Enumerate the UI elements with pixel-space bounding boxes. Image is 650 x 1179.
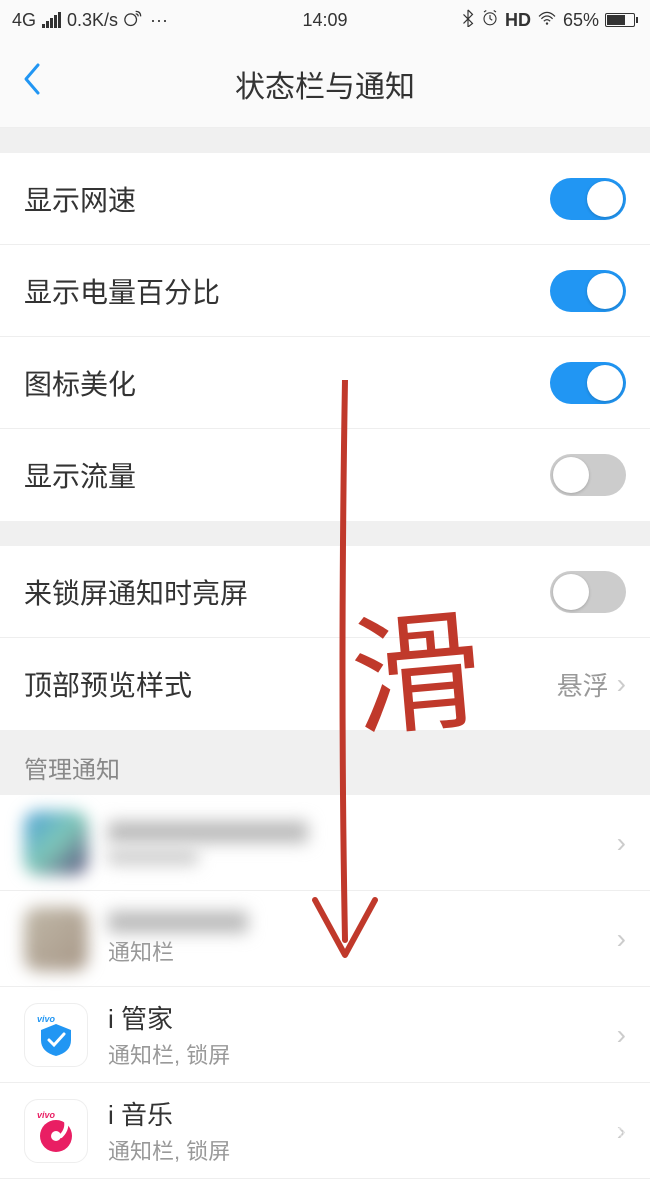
chevron-right-icon: ›	[617, 923, 626, 955]
section-gap	[0, 128, 650, 153]
toggle-switch[interactable]	[550, 270, 626, 312]
app-name	[108, 821, 308, 843]
setting-wake-on-notification[interactable]: 来锁屏通知时亮屏	[0, 546, 650, 638]
app-icon-shield: vivo	[24, 1003, 88, 1067]
setting-preview-style[interactable]: 顶部预览样式 悬浮 ›	[0, 638, 650, 730]
setting-label: 顶部预览样式	[24, 664, 192, 704]
app-name	[108, 911, 248, 933]
hd-label: HD	[505, 10, 531, 31]
status-left: 4G 0.3K/s ···	[12, 8, 168, 33]
setting-icon-beautify[interactable]: 图标美化	[0, 337, 650, 429]
setting-label: 显示电量百分比	[24, 271, 220, 311]
app-row-imanager[interactable]: vivo i 管家 通知栏, 锁屏 ›	[0, 987, 650, 1083]
setting-label: 显示网速	[24, 179, 136, 219]
page-title: 状态栏与通知	[235, 62, 415, 106]
network-type: 4G	[12, 10, 36, 31]
watermark: Baidu 经验	[533, 1116, 630, 1145]
setting-label: 来锁屏通知时亮屏	[24, 572, 248, 612]
svg-text:vivo: vivo	[37, 1014, 56, 1024]
chevron-right-icon: ›	[617, 827, 626, 859]
bluetooth-icon	[461, 9, 475, 32]
battery-icon	[605, 13, 638, 27]
toggle-switch[interactable]	[550, 178, 626, 220]
app-name: i 管家	[108, 999, 617, 1036]
signal-icon	[42, 12, 61, 28]
app-detail: 通知栏, 锁屏	[108, 1038, 617, 1070]
alarm-icon	[481, 9, 499, 32]
battery-pct: 65%	[563, 10, 599, 31]
app-icon	[24, 811, 88, 875]
setting-value-text: 悬浮	[557, 666, 609, 703]
app-detail: 通知栏	[108, 935, 617, 967]
app-row-blurred-2[interactable]: 通知栏 ›	[0, 891, 650, 987]
setting-show-data[interactable]: 显示流量	[0, 429, 650, 521]
settings-group-1: 显示网速 显示电量百分比 图标美化 显示流量	[0, 153, 650, 521]
chevron-right-icon: ›	[617, 668, 626, 700]
chevron-right-icon: ›	[617, 1019, 626, 1051]
app-icon	[24, 907, 88, 971]
wifi-icon	[537, 10, 557, 31]
setting-value: 悬浮 ›	[557, 666, 626, 703]
toggle-switch[interactable]	[550, 571, 626, 613]
app-icon-music: vivo	[24, 1099, 88, 1163]
section-gap	[0, 521, 650, 546]
toggle-switch[interactable]	[550, 454, 626, 496]
settings-group-2: 来锁屏通知时亮屏 顶部预览样式 悬浮 ›	[0, 546, 650, 730]
status-bar: 4G 0.3K/s ··· 14:09 HD 65%	[0, 0, 650, 40]
status-time: 14:09	[302, 10, 347, 31]
svg-text:vivo: vivo	[37, 1110, 56, 1120]
back-button[interactable]	[20, 61, 42, 106]
setting-show-netspeed[interactable]: 显示网速	[0, 153, 650, 245]
more-icon: ···	[150, 10, 168, 31]
app-row-blurred-1[interactable]: ›	[0, 795, 650, 891]
weibo-icon	[124, 8, 144, 33]
app-detail	[108, 849, 198, 865]
setting-show-battery-pct[interactable]: 显示电量百分比	[0, 245, 650, 337]
setting-label: 显示流量	[24, 455, 136, 495]
section-header-manage: 管理通知	[0, 730, 650, 795]
status-right: HD 65%	[461, 9, 638, 32]
page-header: 状态栏与通知	[0, 40, 650, 128]
setting-label: 图标美化	[24, 363, 136, 403]
toggle-switch[interactable]	[550, 362, 626, 404]
data-speed: 0.3K/s	[67, 10, 118, 31]
